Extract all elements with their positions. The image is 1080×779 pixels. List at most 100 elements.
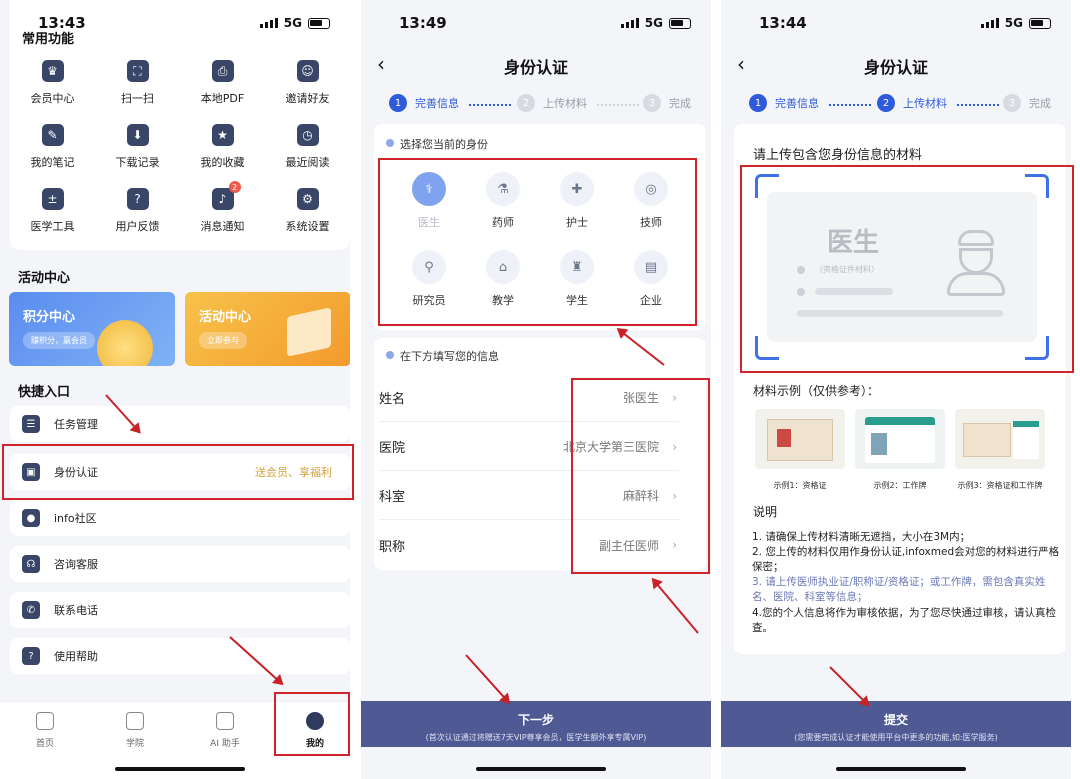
quick-entry-item[interactable]: ● info社区	[10, 500, 350, 536]
status-bar: 13:44 5G	[721, 12, 1071, 36]
note-1: 1. 请确保上传材料清晰无遮挡，大小在3M内；	[752, 531, 971, 543]
quick-entry-item[interactable]: ☊ 咨询客服	[10, 546, 350, 582]
step-2: 2 上传材料	[517, 94, 587, 112]
function-item[interactable]: ★ 我的收藏	[180, 118, 265, 182]
step-connector	[469, 104, 511, 106]
status-bar: 13:49 5G	[361, 12, 711, 36]
crown-icon: ♛	[41, 60, 64, 82]
activity-center-banner[interactable]: 活动中心 立即参与	[185, 292, 350, 366]
phone-screen-profile: 13:43 5G 常用功能 ♛ 会员中心 ⛶ 扫一扫 ⎙ 本地PDF ☺ 邀请好友 ✎ 我的笔记 ⬇…	[0, 0, 350, 779]
function-item[interactable]: ⚙ 系统设置	[265, 182, 350, 246]
step-connector	[957, 104, 999, 106]
function-item[interactable]: ? 用户反馈	[95, 182, 180, 246]
function-item[interactable]: ⛶ 扫一扫	[95, 54, 180, 118]
function-label: 会员中心	[30, 92, 75, 105]
quick-entry-label: 联系电话	[54, 604, 98, 617]
bell-icon: ♪ 2	[211, 181, 241, 210]
pdf-icon: ⎙	[211, 60, 234, 82]
recent-icon: ◷	[296, 124, 319, 146]
example-label: 示例3：资格证和工作牌	[957, 481, 1043, 490]
notification-badge: 2	[228, 181, 241, 193]
highlight-info-fields	[571, 378, 710, 574]
quick-entry-label: 咨询客服	[54, 558, 98, 571]
common-functions-title: 常用功能	[22, 32, 75, 47]
nav-bar: ‹ 身份认证	[361, 52, 711, 77]
function-label: 医学工具	[30, 220, 75, 233]
quick-entry-item[interactable]: ☰ 任务管理	[10, 406, 350, 442]
step-3: 3 完成	[643, 94, 691, 112]
example-label: 示例1：资格证	[773, 481, 827, 490]
quick-entry-item[interactable]: ? 使用帮助	[10, 638, 350, 674]
field-label: 职称	[379, 539, 406, 555]
home-indicator	[115, 767, 245, 771]
home-indicator	[836, 767, 966, 771]
example-certificate-badge-image[interactable]	[955, 409, 1045, 469]
upload-title: 请上传包含您身份信息的材料	[753, 148, 923, 163]
highlight-identity-grid	[378, 158, 697, 326]
help-icon: ?	[22, 647, 40, 665]
page-title: 身份认证	[503, 58, 568, 77]
tab-home[interactable]: 首页	[15, 712, 75, 749]
network-label: 5G	[644, 16, 663, 30]
example-work-badge-image[interactable]	[855, 409, 945, 469]
function-item[interactable]: ☺ 邀请好友	[265, 54, 350, 118]
points-center-banner[interactable]: 积分中心 赚积分，赢会员	[9, 292, 175, 366]
page-title: 身份认证	[863, 58, 928, 77]
note-3: 3. 请上传医师执业证/职称证/资格证；或工作牌，需包含真实姓名、医院、科室等信…	[752, 576, 1046, 603]
quick-entry-item[interactable]: ✆ 联系电话	[10, 592, 350, 628]
function-item[interactable]: ⬇ 下载记录	[95, 118, 180, 182]
function-item[interactable]: ⎙ 本地PDF	[180, 54, 265, 118]
function-item[interactable]: ± 医学工具	[10, 182, 95, 246]
step-3: 3 完成	[1003, 94, 1051, 112]
function-label: 我的收藏	[200, 156, 245, 169]
function-label: 本地PDF	[200, 92, 245, 105]
step-1: 1 完善信息	[749, 94, 819, 112]
function-label: 下载记录	[115, 156, 160, 169]
step-2: 2 上传材料	[877, 94, 947, 112]
function-label: 系统设置	[285, 220, 330, 233]
notes-title: 说明	[753, 505, 778, 519]
book-icon	[126, 712, 144, 730]
highlight-mine-tab	[274, 692, 350, 756]
coin-icon	[97, 320, 153, 366]
step-indicator: 1 完善信息 2 上传材料 3 完成	[361, 94, 711, 114]
function-label: 最近阅读	[285, 156, 330, 169]
function-item[interactable]: ✎ 我的笔记	[10, 118, 95, 182]
step-connector	[829, 104, 871, 106]
network-label: 5G	[1004, 16, 1023, 30]
example-certificate-image[interactable]	[755, 409, 845, 469]
highlight-identity-entry	[2, 444, 354, 500]
tab-ai-assistant[interactable]: AI 助手	[195, 712, 255, 749]
example-label: 示例2：工作牌	[873, 481, 927, 490]
quick-entry-label: 使用帮助	[54, 650, 98, 663]
invite-icon: ☺	[296, 60, 319, 82]
function-item[interactable]: ◷ 最近阅读	[265, 118, 350, 182]
quick-entry-label: info社区	[54, 512, 97, 525]
function-label: 我的笔记	[30, 156, 75, 169]
fill-info-title: 在下方填写您的信息	[400, 350, 499, 363]
function-label: 邀请好友	[285, 92, 330, 105]
next-step-button[interactable]: 下一步 (首次认证通过将赠送7天VIP尊享会员，医学生额外享专属VIP)	[361, 701, 711, 747]
scan-icon: ⛶	[126, 60, 149, 82]
tab-academy[interactable]: 学院	[105, 712, 165, 749]
activity-center-title: 活动中心	[18, 271, 71, 286]
quick-entry-label: 任务管理	[54, 418, 98, 431]
feedback-icon: ?	[126, 188, 149, 210]
robot-icon	[216, 712, 234, 730]
function-item[interactable]: ♪ 2 消息通知	[180, 181, 265, 246]
submit-button[interactable]: 提交 (您需要完成认证才能使用平台中更多的功能,如:医学服务)	[721, 701, 1071, 747]
download-icon: ⬇	[126, 124, 149, 146]
settings-icon: ⚙	[296, 188, 319, 210]
task-icon: ☰	[22, 415, 40, 433]
home-icon	[36, 712, 54, 730]
note-2: 2. 您上传的材料仅用作身份认证,infoxmed会对您的材料进行严格保密；	[752, 546, 1060, 573]
field-label: 科室	[379, 490, 406, 505]
favorite-icon: ★	[211, 124, 234, 146]
function-item[interactable]: ♛ 会员中心	[10, 54, 95, 118]
examples-title: 材料示例（仅供参考）：	[753, 384, 880, 398]
field-label: 医院	[379, 441, 406, 456]
signal-icon	[981, 18, 999, 28]
highlight-upload-area	[740, 165, 1074, 373]
function-label: 用户反馈	[115, 220, 160, 233]
signal-icon	[621, 18, 639, 28]
